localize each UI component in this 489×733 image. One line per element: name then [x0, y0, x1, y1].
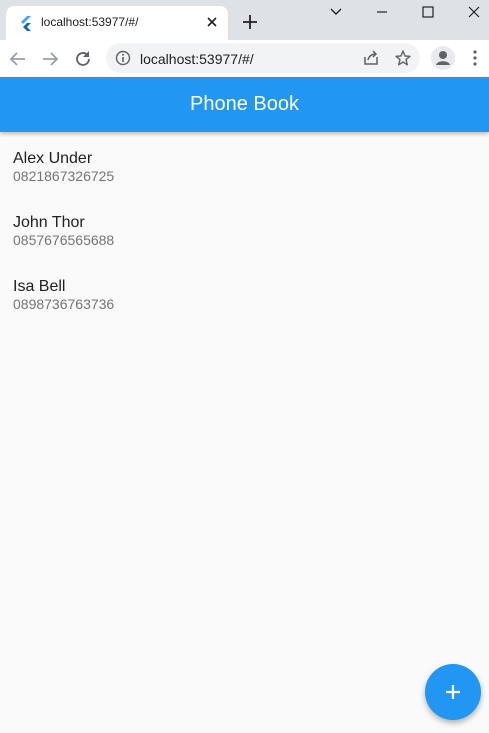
minimize-icon[interactable]	[373, 3, 391, 21]
contact-name: John Thor	[13, 214, 85, 231]
share-icon[interactable]	[362, 49, 380, 67]
more-vert-icon[interactable]	[466, 48, 484, 68]
contact-phone: 0898736763736	[13, 296, 115, 312]
address-bar[interactable]: localhost:53977/#/	[106, 43, 420, 73]
chevron-down-icon[interactable]	[327, 3, 345, 21]
browser-tab-strip: localhost:53977/#/	[0, 0, 489, 40]
reload-icon[interactable]	[73, 49, 93, 69]
plus-icon	[446, 685, 460, 699]
profile-avatar[interactable]	[431, 46, 455, 70]
contact-phone: 0821867326725	[13, 168, 115, 184]
close-window-icon[interactable]	[465, 3, 483, 21]
close-tab-icon[interactable]	[204, 14, 220, 30]
list-item[interactable]: John Thor 0857676565688	[0, 196, 489, 260]
browser-tab[interactable]: localhost:53977/#/	[6, 6, 228, 40]
url-text: localhost:53977/#/	[140, 51, 254, 67]
browser-toolbar: localhost:53977/#/	[0, 40, 489, 77]
back-arrow-icon[interactable]	[8, 49, 28, 69]
add-contact-button[interactable]	[425, 664, 481, 720]
tab-title: localhost:53977/#/	[41, 15, 139, 29]
contact-name: Isa Bell	[13, 278, 66, 295]
bookmark-star-icon[interactable]	[394, 49, 412, 67]
contact-name: Alex Under	[13, 150, 93, 167]
flutter-icon	[21, 16, 31, 31]
forward-arrow-icon[interactable]	[40, 49, 60, 69]
new-tab-icon[interactable]	[241, 13, 259, 31]
info-icon[interactable]	[115, 50, 131, 66]
app-bar: Phone Book	[0, 77, 489, 132]
list-item[interactable]: Isa Bell 0898736763736	[0, 260, 489, 324]
person-icon	[436, 51, 450, 65]
list-item[interactable]: Alex Under 0821867326725	[0, 132, 489, 196]
maximize-icon[interactable]	[419, 3, 437, 21]
contact-phone: 0857676565688	[13, 232, 115, 248]
page-title: Phone Book	[190, 93, 299, 115]
